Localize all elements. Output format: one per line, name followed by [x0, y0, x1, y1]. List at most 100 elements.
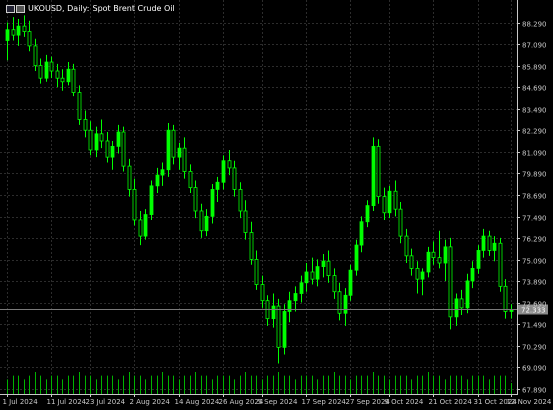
bull-candle-body: [5, 29, 10, 41]
candle: [149, 180, 154, 220]
bull-candle-body: [454, 298, 459, 318]
candle: [304, 263, 309, 292]
bull-candle-body: [492, 242, 497, 251]
candle: [132, 178, 137, 226]
bear-candle-body: [398, 208, 403, 237]
price-chart[interactable]: 72.333 88.29087.09085.89084.69083.49082.…: [0, 0, 553, 410]
chart-window: 72.333 88.290 87.090 85.890 84.690 83.490 82.…: [0, 0, 553, 410]
bull-candle-body: [299, 282, 304, 294]
bear-candle-body: [60, 77, 65, 83]
bull-candle-body: [282, 311, 287, 348]
candle: [66, 62, 71, 86]
candle: [127, 158, 132, 197]
bear-candle-body: [193, 187, 198, 212]
candle: [11, 17, 16, 41]
bear-candle-body: [437, 257, 442, 264]
time-tick-label: 23 Jul 2024: [86, 398, 126, 406]
price-tick-label: 79.890: [522, 171, 547, 179]
candle: [398, 202, 403, 244]
candle: [238, 182, 243, 219]
candle: [249, 221, 254, 265]
bull-candle-body: [343, 294, 348, 314]
time-tick-label: 17 Sep 2024: [302, 398, 347, 406]
candle: [138, 210, 143, 246]
bear-candle-body: [77, 92, 82, 120]
bear-candle-body: [127, 165, 132, 190]
candle: [332, 268, 337, 299]
candle: [221, 155, 226, 190]
bear-candle-body: [238, 189, 243, 212]
bull-candle-body: [304, 271, 309, 284]
bull-candle-body: [160, 169, 165, 176]
price-tick-label: 81.090: [522, 150, 547, 158]
price-tick-label: 72.690: [522, 301, 547, 309]
bull-candle-body: [443, 246, 448, 264]
candle: [409, 248, 414, 276]
bear-candle-body: [260, 284, 265, 302]
bear-candle-body: [498, 242, 503, 287]
candle: [71, 63, 76, 97]
time-tick-label: 2 Aug 2024: [130, 398, 171, 406]
candle: [188, 164, 193, 194]
candle: [271, 293, 276, 328]
candle: [22, 15, 27, 37]
bear-candle-body: [121, 131, 126, 167]
candle: [498, 237, 503, 292]
bull-candle-body: [143, 214, 148, 237]
bear-candle-body: [276, 305, 281, 348]
bear-candle-body: [409, 255, 414, 269]
candle: [110, 140, 115, 170]
time-tick-label: 14 Aug 2024: [175, 398, 220, 406]
bear-candle-body: [487, 235, 492, 251]
bear-candle-body: [382, 196, 387, 214]
candle: [459, 289, 464, 316]
bear-candle-body: [332, 275, 337, 293]
candle: [310, 257, 315, 285]
bull-candle-body: [44, 61, 49, 79]
bear-candle-body: [232, 167, 237, 190]
candle: [232, 160, 237, 197]
bull-candle-body: [481, 235, 486, 251]
candle: [155, 167, 160, 194]
candle: [376, 139, 381, 204]
bull-candle-body: [94, 133, 99, 151]
price-tick-label: 88.290: [522, 21, 547, 29]
candle: [166, 123, 171, 177]
candle: [431, 241, 436, 265]
chart-title: UKOUSD, Daily: Spot Brent Crude Oil: [6, 4, 175, 13]
bear-candle-body: [310, 271, 315, 280]
bear-candle-body: [33, 45, 38, 67]
bull-candle-body: [110, 145, 115, 158]
chart-description: Spot Brent Crude Oil: [92, 4, 175, 13]
bull-candle-body: [465, 280, 470, 309]
candle: [204, 209, 209, 237]
candle: [315, 259, 320, 287]
chart-symbol: UKOUSD, Daily:: [28, 4, 90, 13]
bear-candle-body: [393, 190, 398, 210]
candle: [160, 162, 165, 186]
candle: [437, 230, 442, 269]
price-tick-label: 77.490: [522, 215, 547, 223]
candle: [448, 237, 453, 330]
bull-candle-body: [470, 267, 475, 282]
bear-candle-body: [448, 246, 453, 318]
bear-candle-body: [459, 298, 464, 309]
time-tick-label: 11 Jul 2024: [47, 398, 87, 406]
bear-candle-body: [105, 140, 110, 158]
candle: [182, 137, 187, 179]
bear-candle-body: [254, 259, 259, 285]
bear-candle-body: [227, 160, 232, 169]
candle: [287, 291, 292, 323]
candle: [348, 264, 353, 301]
candle: [365, 200, 370, 228]
candle: [243, 200, 248, 240]
candle: [293, 286, 298, 312]
candle: [509, 304, 514, 319]
time-tick-label: 9 Oct 2024: [385, 398, 424, 406]
candle: [121, 126, 126, 172]
price-tick-label: 85.890: [522, 64, 547, 72]
bear-candle-body: [404, 235, 409, 257]
price-tick-label: 69.090: [522, 365, 547, 373]
bear-candle-body: [71, 68, 76, 93]
candle: [404, 228, 409, 264]
